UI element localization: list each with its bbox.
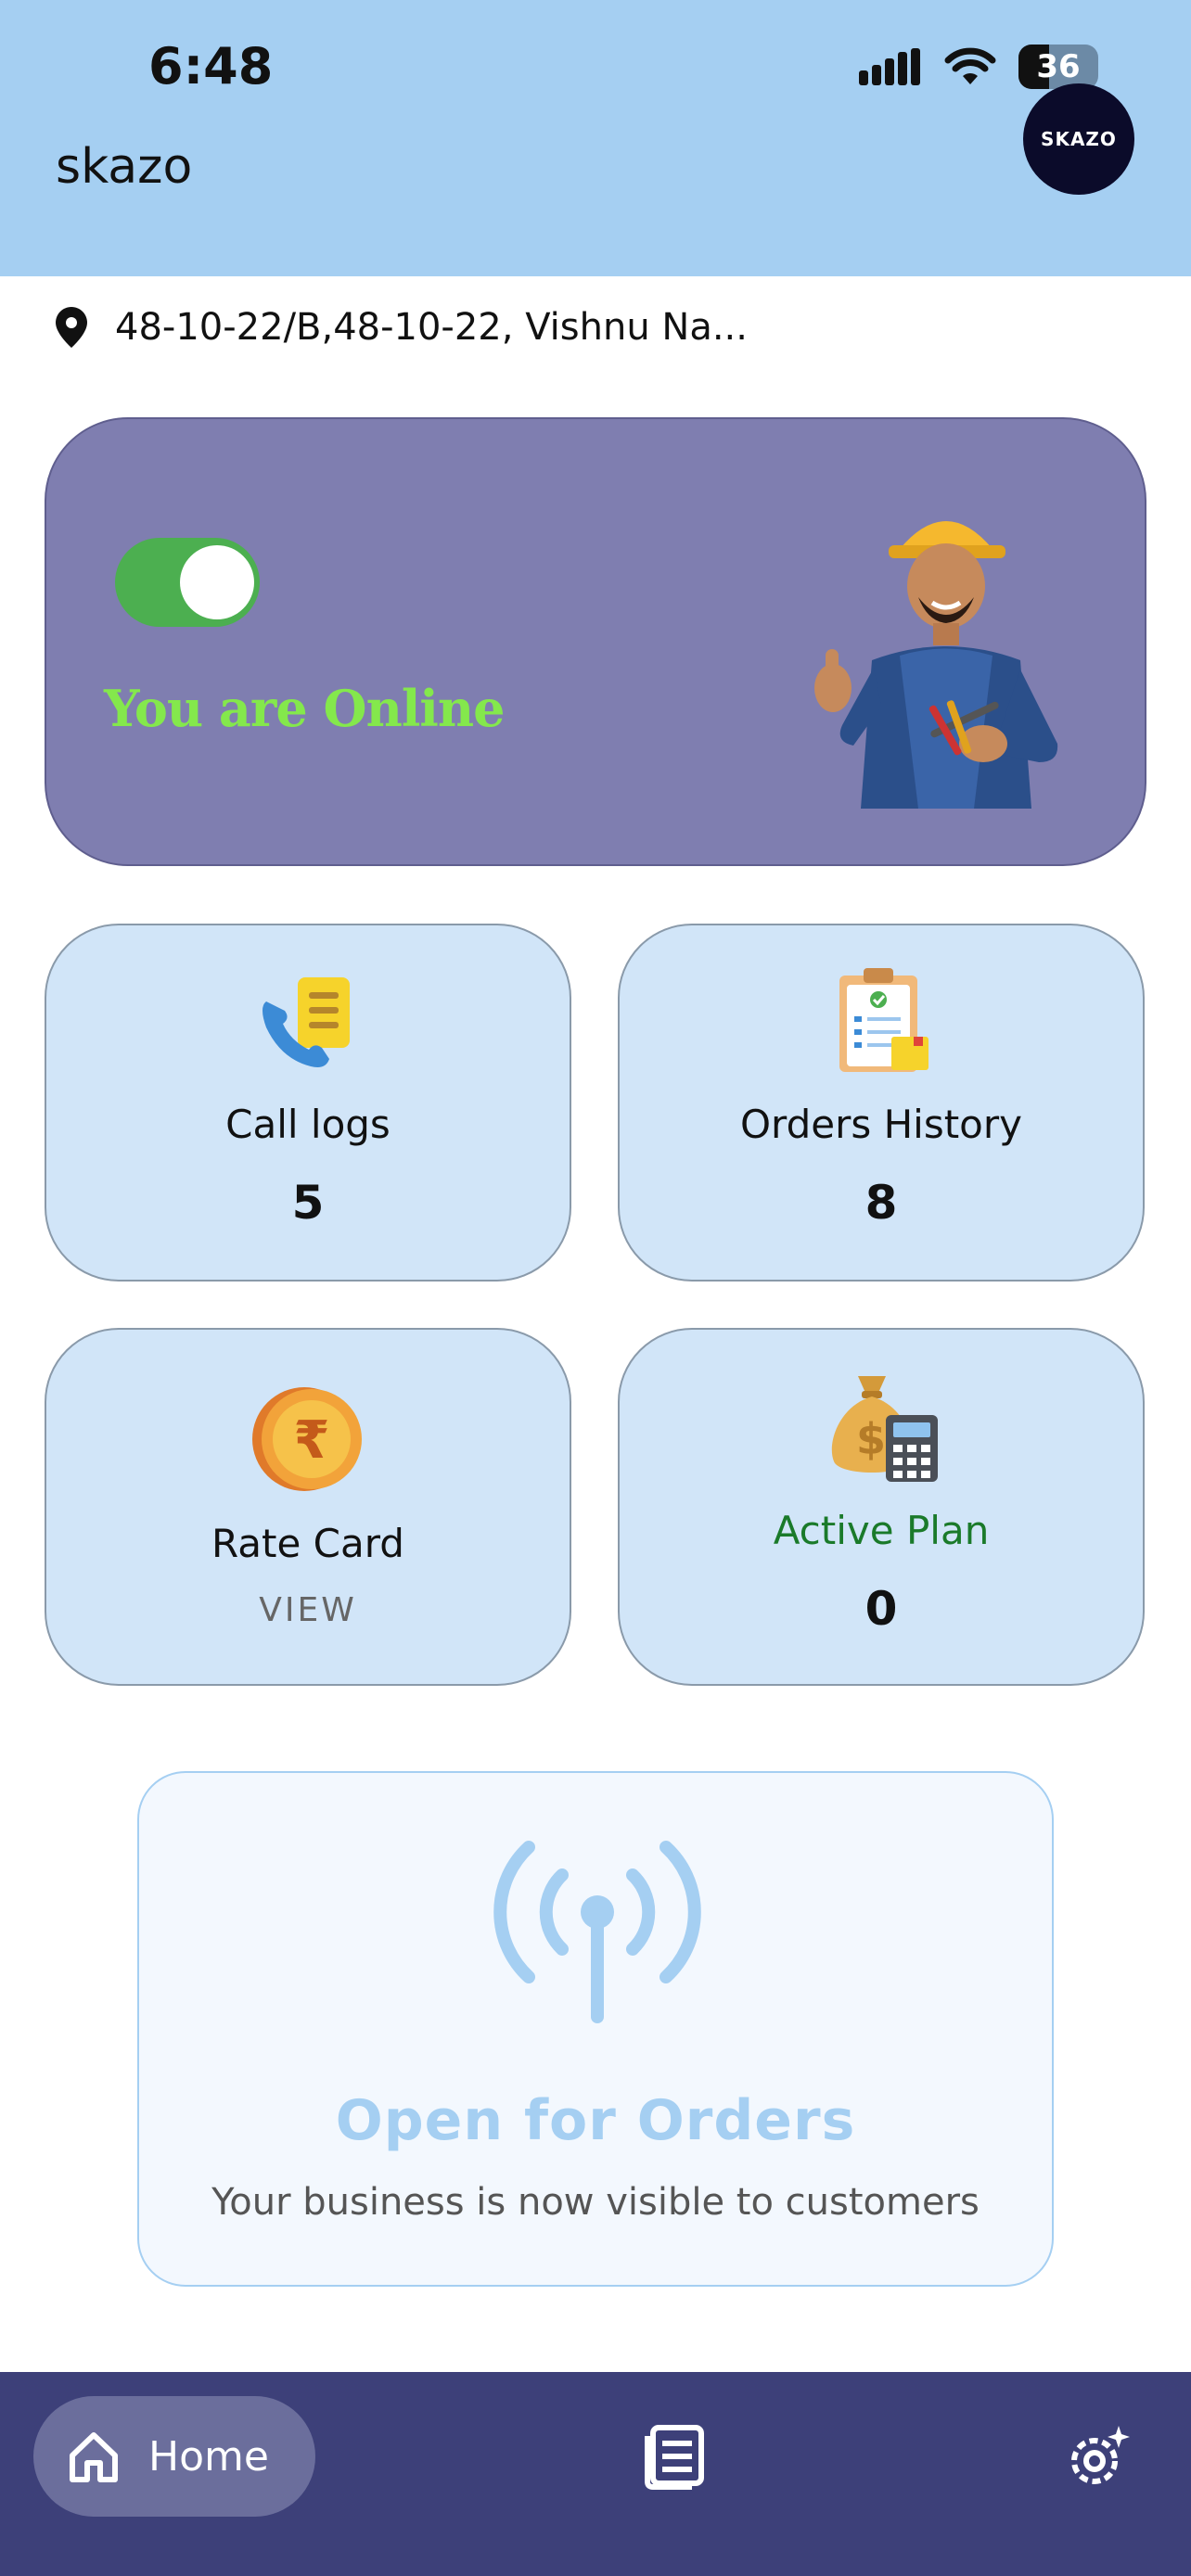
open-for-orders-card: Open for Orders Your business is now vis… (137, 1771, 1054, 2287)
orders-history-tile[interactable]: Orders History 8 (618, 924, 1145, 1282)
orders-history-label: Orders History (739, 1102, 1022, 1147)
active-plan-label: Active Plan (773, 1508, 990, 1553)
app-title: skazo (56, 139, 193, 195)
clipboard-icon (839, 968, 928, 1072)
cellular-signal-icon (859, 48, 920, 85)
active-plan-count: 0 (864, 1582, 898, 1636)
call-logs-label: Call logs (225, 1102, 391, 1147)
app-header: 6:48 36 skazo SKAZO (0, 0, 1191, 276)
status-icons: 36 (859, 45, 1098, 89)
nav-home-label: Home (148, 2432, 269, 2480)
bottom-navigation: Home (0, 2372, 1191, 2576)
online-status-text: You are Online (104, 679, 505, 738)
nav-orders-tab[interactable] (640, 2422, 709, 2494)
rate-card-label: Rate Card (211, 1521, 404, 1566)
open-for-orders-subtitle: Your business is now visible to customer… (211, 2181, 980, 2224)
call-log-icon (263, 977, 350, 1067)
toggle-knob (180, 545, 254, 619)
location-bar[interactable]: 48-10-22/B,48-10-22, Vishnu Na... (56, 306, 748, 349)
money-bag-calculator-icon: $ (831, 1376, 938, 1482)
avatar-logo: SKAZO (1041, 128, 1117, 150)
active-plan-tile[interactable]: $ Active Plan 0 (618, 1328, 1145, 1686)
svg-text:$: $ (856, 1414, 886, 1464)
wifi-icon (944, 47, 996, 84)
status-time: 6:48 (148, 37, 274, 96)
call-logs-tile[interactable]: Call logs 5 (45, 924, 571, 1282)
orders-history-count: 8 (864, 1176, 898, 1230)
home-icon (70, 2432, 118, 2482)
broadcast-antenna-icon (493, 1841, 701, 2023)
worker-illustration (814, 521, 1058, 809)
nav-settings-tab[interactable] (1065, 2422, 1133, 2494)
battery-icon: 36 (1018, 45, 1098, 89)
settings-sparkle-icon (1071, 2426, 1130, 2484)
profile-avatar[interactable]: SKAZO (1023, 83, 1134, 195)
location-pin-icon (56, 307, 87, 348)
rupee-coin-icon: ₹ (252, 1387, 362, 1491)
rate-card-tile[interactable]: ₹ Rate Card VIEW (45, 1328, 571, 1686)
rate-card-view-link[interactable]: VIEW (46, 1591, 570, 1629)
online-toggle[interactable] (115, 538, 260, 627)
location-address: 48-10-22/B,48-10-22, Vishnu Na... (115, 306, 748, 349)
svg-text:₹: ₹ (294, 1410, 330, 1471)
nav-home-tab[interactable]: Home (33, 2396, 315, 2517)
online-status-card: You are Online (45, 417, 1146, 866)
call-logs-count: 5 (291, 1176, 325, 1230)
open-for-orders-title: Open for Orders (335, 2088, 856, 2153)
list-document-icon (645, 2425, 704, 2490)
battery-level: 36 (1036, 48, 1081, 85)
